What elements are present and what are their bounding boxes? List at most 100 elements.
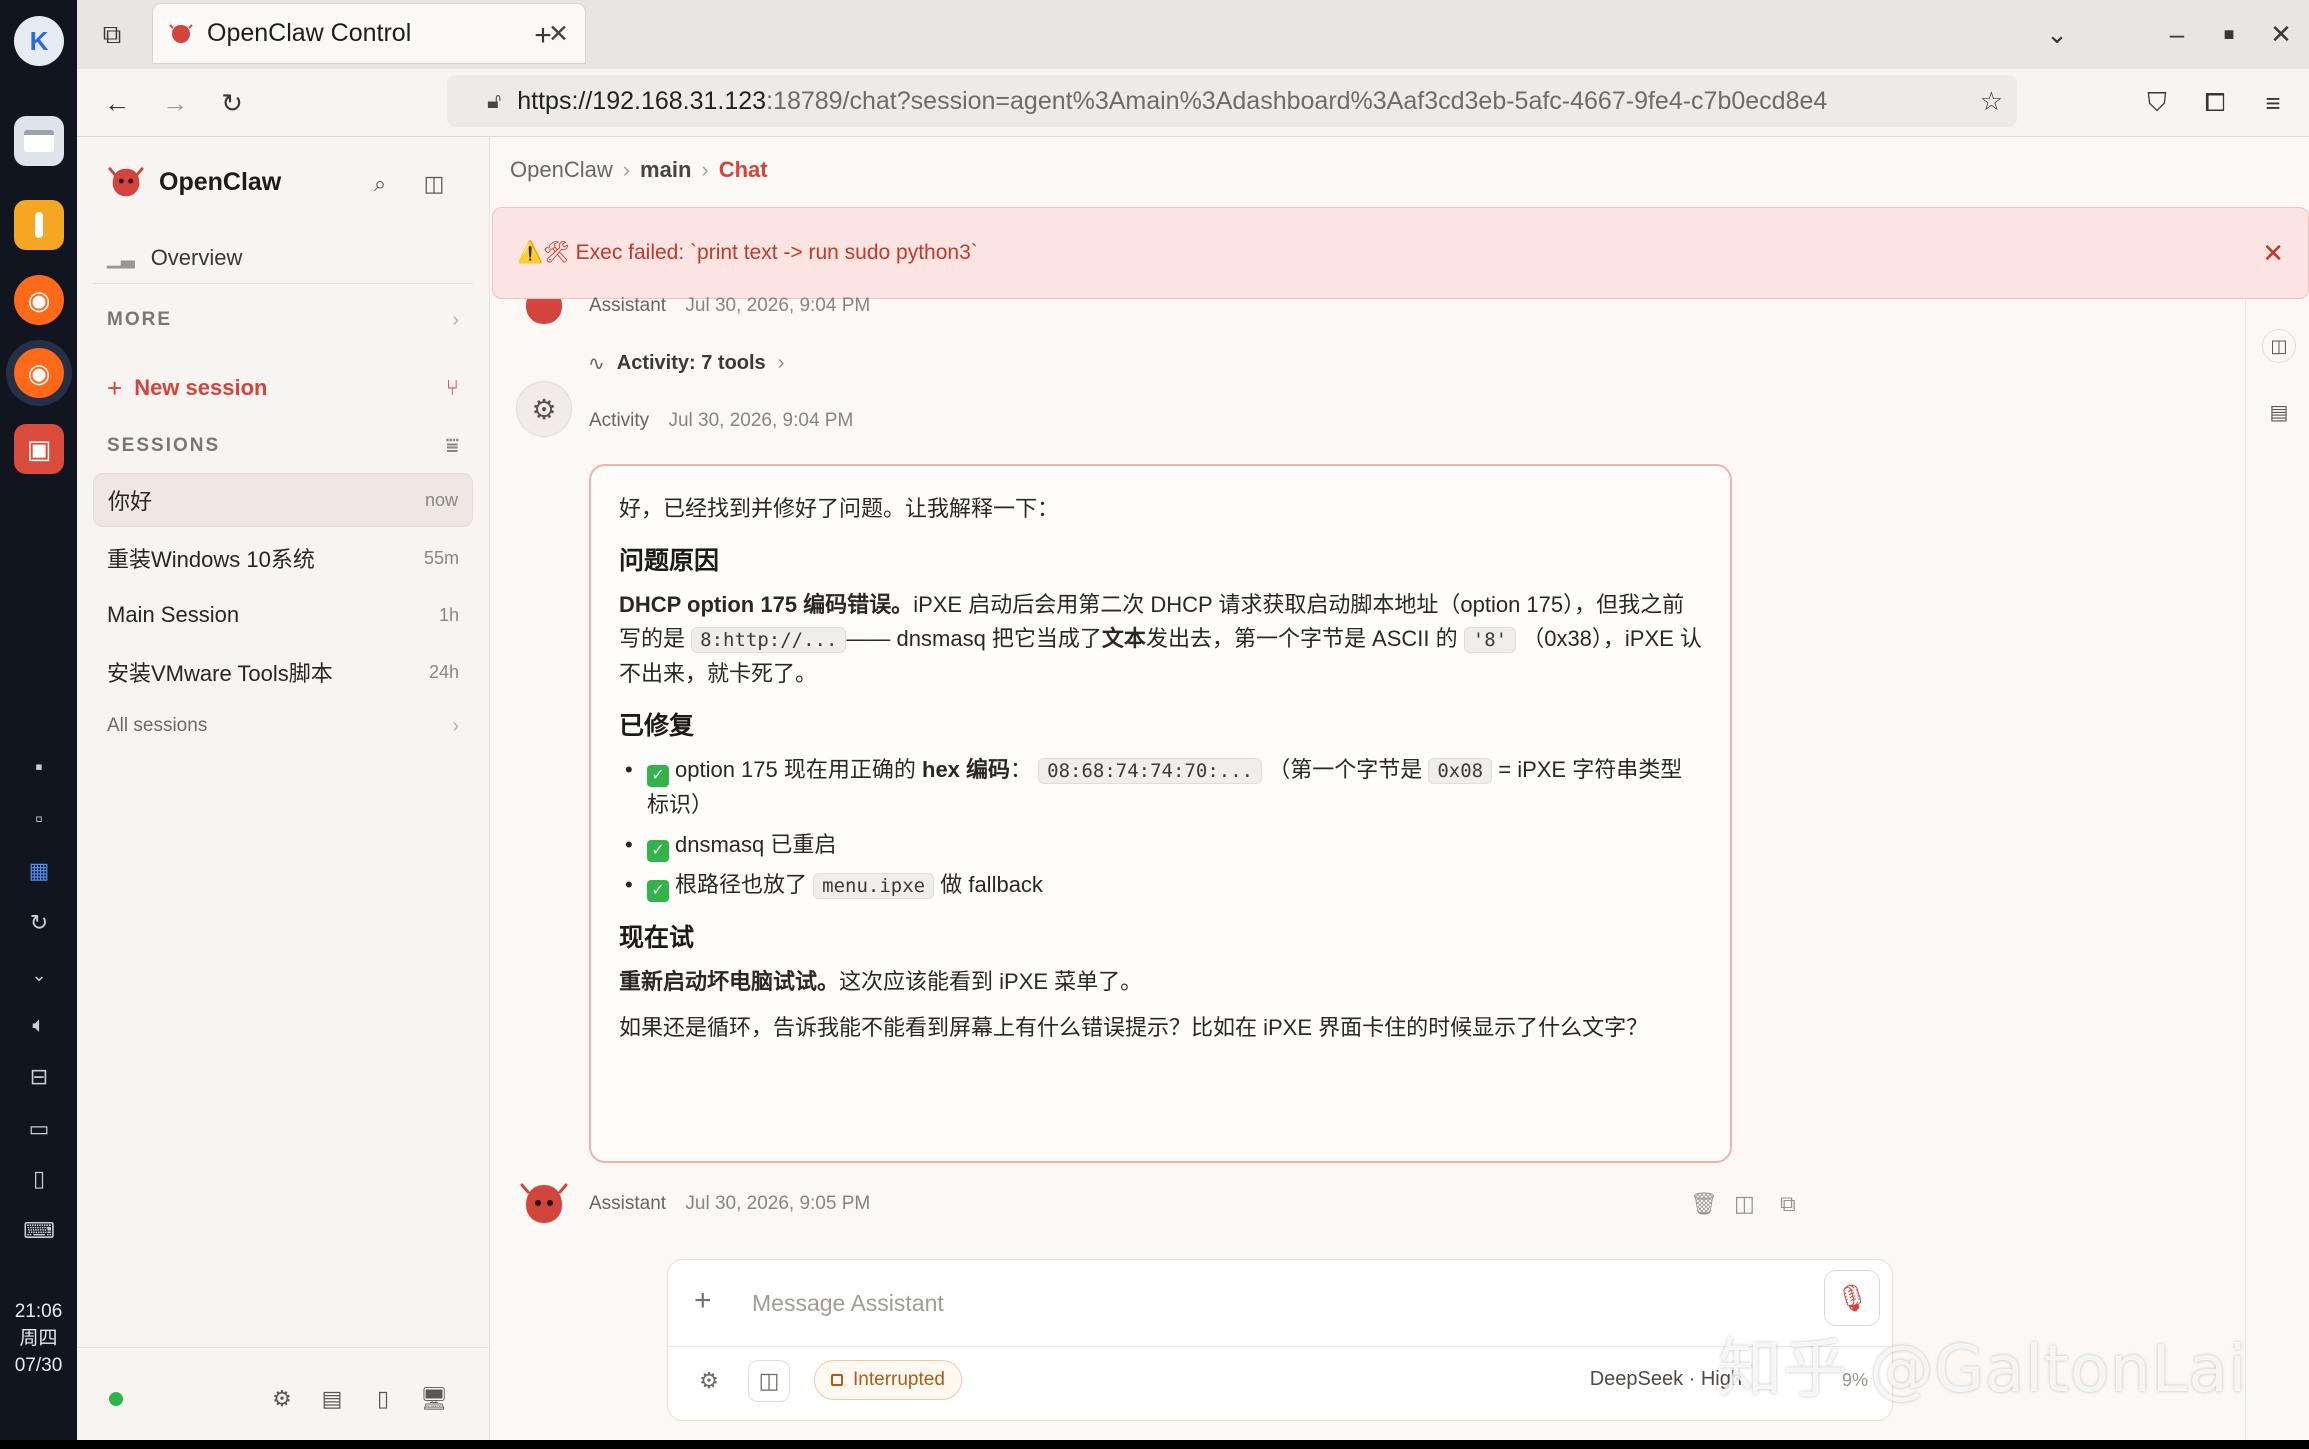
assistant-avatar [520, 1183, 568, 1223]
tray-app-icon[interactable]: ▪ [22, 750, 56, 784]
check-icon: ✓ [647, 765, 669, 787]
extensions-icon[interactable]: ⧠ [2195, 83, 2235, 123]
tab-overview-icon[interactable]: ⧉ [95, 18, 129, 52]
volume-icon[interactable]: 🔈︎ [22, 1008, 56, 1042]
desktop-icon[interactable]: 🖥︎ [419, 1384, 449, 1414]
system-clock[interactable]: 21:06 周四 07/30 [0, 1298, 77, 1379]
breadcrumb-current: Chat [718, 157, 768, 182]
new-tab-button[interactable]: + [523, 16, 563, 56]
files-window-icon[interactable] [14, 116, 64, 166]
list-item: ✓ option 175 现在用正确的 hex 编码： 08:68:74:74:7… [619, 753, 1702, 822]
tray-calendar-icon[interactable]: ▦ [22, 854, 56, 888]
minimize-window-button[interactable]: – [2157, 14, 2197, 54]
menu-hamburger-icon[interactable]: ≡ [2253, 83, 2293, 123]
search-icon[interactable]: ⌕ [365, 169, 395, 199]
sidebar-item-overview[interactable]: ▁▃ Overview [93, 231, 473, 285]
session-age: 1h [438, 604, 459, 625]
fix3-text-a: 根路径也放了 [675, 872, 808, 897]
fix3-text-b: 做 fallback [940, 872, 1043, 897]
close-window-button[interactable]: ✕ [2261, 14, 2301, 54]
network-icon[interactable]: ⊟ [22, 1060, 56, 1094]
document-icon[interactable]: ▤ [2262, 395, 2296, 429]
answer-try-paragraph: 重新启动坏电脑试试。这次应该能看到 iPXE 菜单了。 [619, 965, 1702, 999]
tab-title: OpenClaw Control [207, 19, 412, 47]
tray-expand-icon[interactable]: ⌄ [22, 958, 56, 992]
tray-window-icon[interactable]: ▫ [22, 802, 56, 836]
url-text[interactable]: https://192.168.31.123:18789/chat?sessio… [517, 87, 1979, 116]
breadcrumb-mid[interactable]: main [640, 157, 691, 183]
keyboard-icon[interactable]: ⌨︎ [22, 1214, 56, 1248]
attach-plus-button[interactable]: + [694, 1284, 712, 1318]
session-item[interactable]: Main Session 1h [93, 588, 473, 642]
url-bar[interactable]: 🔓︎ https://192.168.31.123:18789/chat?ses… [447, 75, 2017, 127]
activity-gear-icon: ⚙ [516, 381, 572, 437]
tray-update-icon[interactable]: ↻ [22, 906, 56, 940]
fix1-text-a: option 175 现在用正确的 [675, 757, 916, 782]
browser-tab-bar: ⧉ OpenClaw Control ✕ + ⌄ – ■ ✕ [77, 0, 2309, 69]
reload-button[interactable]: ↻ [212, 83, 252, 123]
all-sessions-label: All sessions [107, 715, 208, 736]
settings-gear-icon[interactable]: ⚙ [267, 1384, 297, 1414]
composer-settings-gear-icon[interactable]: ⚙ [688, 1360, 730, 1402]
openclaw-favicon-icon [169, 23, 193, 43]
sidebar: OpenClaw ⌕ ◫ ▁▃ Overview MORE › + New se… [77, 137, 490, 1440]
activity-meta: Activity Jul 30, 2026, 9:04 PM [589, 410, 853, 432]
session-item[interactable]: 重装Windows 10系统 55m [93, 531, 473, 585]
disk-utility-icon[interactable]: ▣ [14, 424, 64, 474]
os-taskbar: K ◉ ◉ ▣ ▪ ▫ ▦ ↻ ⌄ 🔈︎ ⊟ ▭ ▯ ⌨︎ 21:06 周四 0… [0, 0, 77, 1440]
launcher-icon[interactable]: K [14, 16, 64, 66]
assistant-message-bubble: 好，已经找到并修好了问题。让我解释一下： 问题原因 DHCP option 17… [589, 464, 1732, 1163]
activity-toggle[interactable]: ∿ Activity: 7 tools › [588, 351, 784, 376]
breadcrumb-root[interactable]: OpenClaw [510, 157, 613, 183]
branch-icon[interactable]: ⑂ [446, 375, 459, 401]
clipboard-icon[interactable]: ▯ [22, 1162, 56, 1196]
composer-panel-icon[interactable]: ◫ [748, 1360, 790, 1402]
url-host: https://192.168.31.123 [517, 86, 767, 115]
bookmark-star-icon[interactable]: ☆ [1980, 86, 2003, 117]
fix3-code: menu.ipxe [813, 873, 935, 899]
all-sessions-link[interactable]: All sessions › [93, 699, 473, 753]
delete-message-icon[interactable]: 🗑︎ [1690, 1191, 1718, 1217]
new-session-button[interactable]: + New session ⑂ [93, 361, 473, 415]
cause-bold-2: 文本 [1101, 626, 1146, 651]
clock-time: 21:06 [14, 1301, 63, 1322]
open-side-panel-icon[interactable]: ◫ [1734, 1191, 1755, 1217]
notes-app-icon[interactable] [14, 200, 64, 250]
chevron-right-icon: › [777, 352, 785, 374]
mobile-icon[interactable]: ▯ [368, 1384, 398, 1414]
brand[interactable]: OpenClaw [107, 163, 281, 201]
book-icon[interactable]: ▤ [317, 1384, 347, 1414]
pulse-icon: ∿ [588, 353, 605, 375]
collapse-sidebar-icon[interactable]: ◫ [419, 169, 449, 199]
insecure-lock-icon[interactable]: 🔓︎ [487, 88, 501, 114]
fix2-text: dnsmasq 已重启 [675, 832, 837, 857]
dismiss-error-icon[interactable]: ✕ [2262, 238, 2284, 269]
pocket-icon[interactable]: ⛉ [2137, 83, 2177, 123]
panel-toggle-icon[interactable]: ◫ [2262, 329, 2296, 363]
session-item[interactable]: 你好 now [93, 473, 473, 527]
session-item[interactable]: 安装VMware Tools脚本 24h [93, 645, 473, 699]
copy-message-icon[interactable]: ⧉ [1780, 1191, 1796, 1217]
chat-tray-icon[interactable]: ▭ [22, 1112, 56, 1146]
bar-chart-icon: ▁▃ [107, 247, 135, 268]
message-time: Jul 30, 2026, 9:04 PM [685, 295, 871, 316]
browser-tab[interactable]: OpenClaw Control ✕ [153, 4, 585, 63]
maximize-window-button[interactable]: ■ [2209, 14, 2249, 54]
sessions-header: SESSIONS ⩸ [93, 419, 473, 473]
sidebar-more-toggle[interactable]: MORE › [93, 293, 473, 347]
activity-author: Activity [589, 410, 650, 431]
message-input[interactable]: Message Assistant [752, 1290, 944, 1317]
message-composer: + Message Assistant 🎙︎ ⚙ ◫ Interrupted D… [667, 1259, 1893, 1421]
connection-status-dot [109, 1392, 123, 1406]
firefox-active-icon[interactable]: ◉ [14, 348, 64, 398]
breadcrumb: OpenClaw › main › Chat [510, 157, 768, 183]
filter-icon[interactable]: ⩸ [446, 433, 459, 459]
cause-code-1: 8:http://... [691, 627, 847, 653]
tab-list-chevron-icon[interactable]: ⌄ [2037, 14, 2077, 54]
forward-button[interactable]: → [155, 83, 195, 123]
error-message: ⚠️🛠 Exec failed: `print text -> run sudo… [517, 241, 978, 264]
firefox-icon[interactable]: ◉ [14, 275, 64, 325]
breadcrumb-separator-icon: › [622, 157, 631, 182]
status-badge[interactable]: Interrupted [814, 1360, 962, 1400]
back-button[interactable]: ← [97, 83, 137, 123]
